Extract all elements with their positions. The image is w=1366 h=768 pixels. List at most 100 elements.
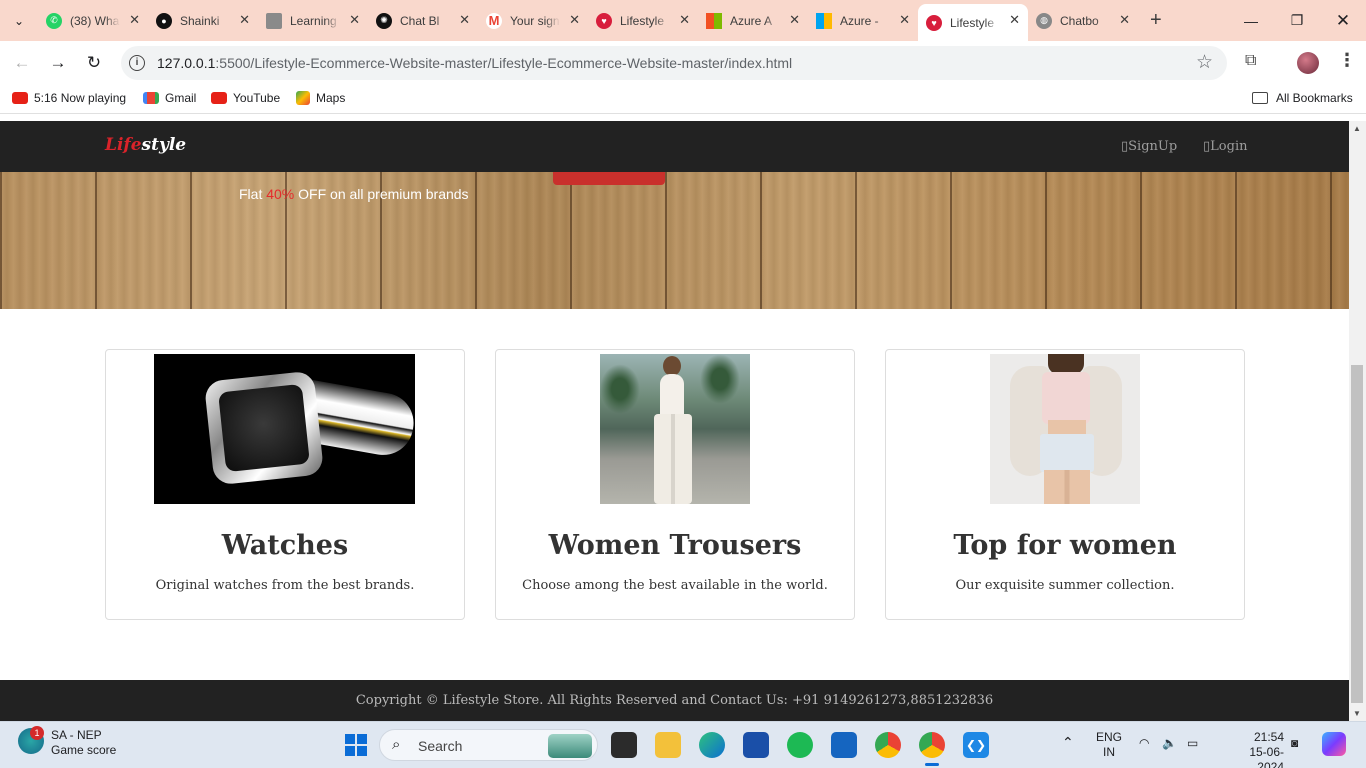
forward-arrow-icon[interactable]: → [46,51,70,75]
maps-icon [296,91,310,105]
close-icon[interactable]: ✕ [569,12,580,28]
tab-chat[interactable]: ✺ Chat Bl ✕ [368,4,478,37]
close-icon[interactable]: ✕ [459,12,470,28]
shirt [1042,372,1090,424]
region-code: IN [1103,745,1115,759]
hero-offer-percent: 40% [266,186,295,202]
github-icon: ● [156,12,172,29]
nav-signup-link[interactable]: ▯SignUp [1121,139,1177,154]
page-scrollbar[interactable]: ▲ ▼ [1349,121,1366,721]
tab-chatbot[interactable]: ◍ Chatbo ✕ [1028,4,1138,37]
task-view-icon[interactable] [611,732,637,758]
back-arrow-icon[interactable]: ← [10,51,34,75]
tab-azure-1[interactable]: Azure A ✕ [698,4,808,37]
minimize-icon[interactable]: — [1228,0,1274,41]
battery-icon[interactable]: ▭ [1187,736,1198,751]
site-footer: Copyright © Lifestyle Store. All Rights … [0,680,1349,721]
wifi-icon[interactable]: ◠ [1139,736,1149,751]
all-bookmarks-label: All Bookmarks [1276,91,1353,105]
card-title: Watches [221,530,349,561]
windows-start-icon[interactable] [343,732,369,758]
figure-legs [654,414,692,504]
scroll-down-icon[interactable]: ▼ [1353,709,1361,718]
product-card-watches[interactable]: Watches Original watches from the best b… [105,349,465,620]
bookmark-now-playing[interactable]: 5:16 Now playing [12,91,126,105]
reload-icon[interactable]: ↻ [82,51,106,75]
restore-icon[interactable]: ❐ [1274,0,1320,41]
chrome-icon[interactable] [919,732,945,758]
bookmark-star-icon[interactable]: ☆ [1196,51,1213,74]
clock[interactable]: 21:54 15-06-2024 [1224,730,1284,768]
language-indicator[interactable]: ENG IN [1096,730,1122,760]
tab-gmail[interactable]: M Your sign ✕ [478,4,588,37]
shorts [1040,434,1094,472]
scroll-up-icon[interactable]: ▲ [1353,124,1361,133]
url-text[interactable]: 127.0.0.1:5500/Lifestyle-Ecommerce-Websi… [157,55,792,71]
notification-bell-icon[interactable]: ◙ [1291,736,1298,751]
microsoft-store-icon[interactable] [743,732,769,758]
weather-widget[interactable]: 1 SA - NEP Game score [18,726,117,758]
copilot-icon[interactable] [1322,732,1346,756]
bookmark-label: Maps [316,91,346,105]
card-description: Our exquisite summer collection. [955,578,1175,593]
tab-lifestyle[interactable]: ♥ Lifestyle ✕ [588,4,698,37]
tab-label: Lifestyle [950,15,995,30]
product-card-tops[interactable]: Top for women Our exquisite summer colle… [885,349,1245,620]
close-icon[interactable]: ✕ [1009,12,1020,28]
trousers-image [600,354,750,504]
tab-learning[interactable]: Learning ✕ [258,4,368,37]
brand-logo[interactable]: Lifestyle [105,135,186,155]
tab-strip: ⌄ ✆ (38) WhatsApp ✕ ● Shainki ✕ Learning… [0,0,1366,41]
chrome-profile-icon[interactable] [875,732,901,758]
spotify-icon[interactable] [787,732,813,758]
close-icon[interactable]: ✕ [349,12,360,28]
bookmark-label: Gmail [165,91,197,105]
bookmark-gmail[interactable]: Gmail [143,91,196,105]
tab-whatsapp[interactable]: ✆ (38) WhatsApp ✕ [38,4,148,37]
bookmark-maps[interactable]: Maps [296,91,345,105]
new-tab-plus-icon[interactable]: + [1150,9,1162,32]
hero-offer-prefix: Flat [239,186,267,202]
volume-icon[interactable]: 🔈 [1162,736,1177,751]
tab-label: Chat Bl [400,13,440,28]
card-title: Top for women [953,530,1177,561]
taskbar-search[interactable]: ⌕ Search [379,729,598,761]
close-icon[interactable]: ✕ [679,12,690,28]
vscode-icon[interactable]: ❮❯ [963,732,989,758]
window-close-icon[interactable]: ✕ [1320,0,1366,41]
tab-label: (38) WhatsApp [70,13,120,28]
page-viewport: Flat 40% OFF on all premium brands Lifes… [0,121,1349,721]
close-icon[interactable]: ✕ [789,12,800,28]
scrollbar-thumb[interactable] [1351,365,1363,703]
tab-label: Chatbo [1060,13,1099,28]
close-icon[interactable]: ✕ [239,12,250,28]
close-icon[interactable]: ✕ [899,12,910,28]
show-hidden-icons-chevron-icon[interactable]: ⌃ [1062,735,1074,750]
file-explorer-icon[interactable] [655,732,681,758]
watch-face [218,383,310,473]
extensions-puzzle-icon[interactable]: ⧉ [1245,52,1256,70]
top-image [990,354,1140,504]
nav-login-link[interactable]: ▯Login [1203,139,1247,154]
tab-lifestyle-active[interactable]: ♥ Lifestyle ✕ [918,4,1028,41]
bookmark-youtube[interactable]: YouTube [211,91,280,105]
calculator-icon[interactable] [831,732,857,758]
close-icon[interactable]: ✕ [1119,12,1130,28]
site-info-icon[interactable]: i [129,55,145,71]
youtube-icon [12,92,28,104]
chatgpt-icon: ✺ [376,12,392,29]
figure-head [663,356,681,376]
product-card-trousers[interactable]: Women Trousers Choose among the best ava… [495,349,855,620]
address-bar[interactable]: i 127.0.0.1:5500/Lifestyle-Ecommerce-Web… [121,46,1227,80]
widget-subtitle: Game score [51,743,117,757]
close-icon[interactable]: ✕ [129,12,140,28]
tab-github[interactable]: ● Shainki ✕ [148,4,258,37]
tab-search-chevron-icon[interactable]: ⌄ [6,8,32,34]
profile-avatar[interactable] [1297,52,1319,74]
edge-icon[interactable] [699,732,725,758]
all-bookmarks-button[interactable]: All Bookmarks [1252,91,1353,105]
chrome-menu-icon[interactable]: ⋮ [1338,50,1356,71]
tab-azure-2[interactable]: Azure - ✕ [808,4,918,37]
nav-login-label: Login [1210,139,1248,154]
card-description: Choose among the best available in the w… [522,578,828,593]
